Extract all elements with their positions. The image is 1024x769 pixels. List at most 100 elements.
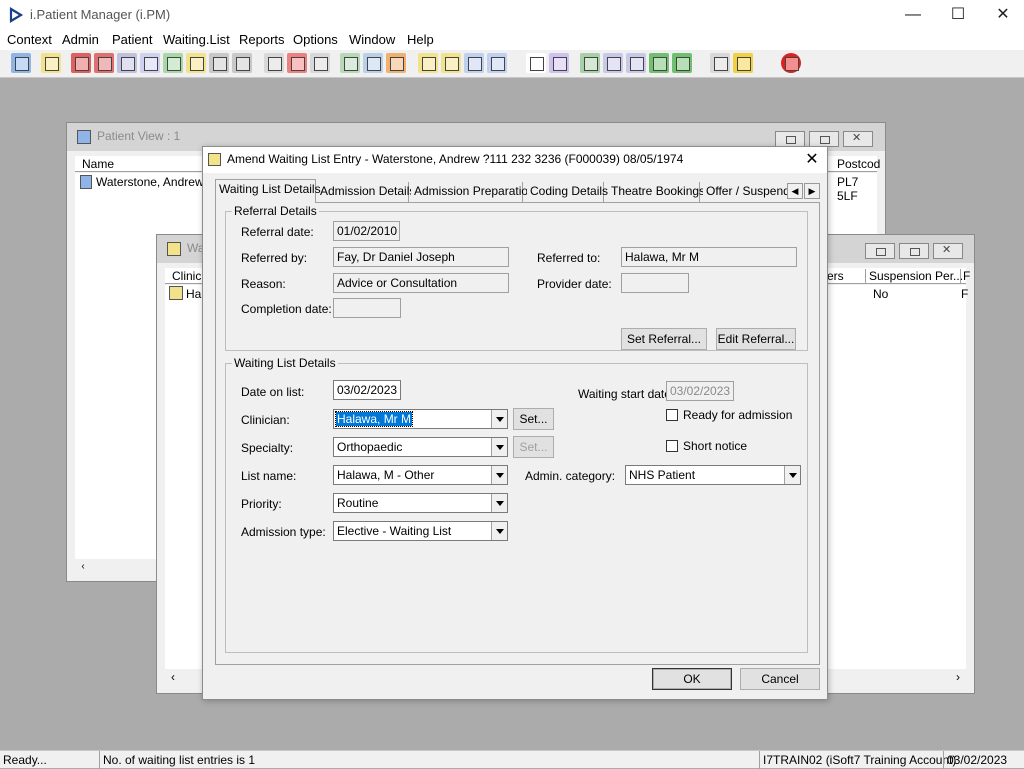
waiting-list-restore-icon[interactable] — [899, 243, 929, 259]
waiting-search-icon[interactable] — [441, 53, 461, 73]
tab-scroll-right-icon[interactable]: ▶ — [804, 183, 820, 199]
chevron-down-icon[interactable] — [491, 466, 507, 484]
document-icon[interactable] — [526, 53, 546, 73]
dialog-close-icon[interactable]: ✕ — [797, 147, 827, 173]
maximize-icon[interactable]: ☐ — [935, 0, 981, 30]
col-f[interactable]: F — [960, 269, 970, 283]
waiting-list-minimize-icon[interactable] — [865, 243, 895, 259]
edit-book-icon[interactable] — [94, 53, 114, 73]
menu-options[interactable]: Options — [293, 32, 338, 47]
specialty-select[interactable]: Orthopaedic — [333, 437, 508, 457]
col-postcode[interactable]: Postcod — [837, 157, 880, 171]
tab-coding-details[interactable]: Coding Details — [527, 182, 608, 202]
referral-icon[interactable] — [363, 53, 383, 73]
waiting-list-close-icon[interactable] — [933, 243, 963, 259]
menu-reports[interactable]: Reports — [239, 32, 285, 47]
tab-scroll-left-icon[interactable]: ◀ — [787, 183, 803, 199]
chevron-down-icon[interactable] — [491, 494, 507, 512]
menu-patient[interactable]: Patient — [112, 32, 152, 47]
chevron-down-icon[interactable] — [491, 522, 507, 540]
waiting-f-cell: F — [961, 287, 969, 301]
print-icon[interactable] — [41, 53, 61, 73]
waiting-scroll-right-icon[interactable]: › — [950, 669, 966, 685]
cancel-button[interactable]: Cancel — [740, 668, 820, 690]
patient-view-restore-icon[interactable] — [809, 131, 839, 147]
dialog-note-icon — [208, 153, 221, 166]
referred-by-label: Referred by: — [241, 251, 308, 265]
patient-view-close-icon[interactable] — [843, 131, 873, 147]
set-clinician-button[interactable]: Set... — [513, 408, 554, 430]
chevron-down-icon[interactable] — [491, 410, 507, 428]
report-chart-icon[interactable] — [549, 53, 569, 73]
menu-admin[interactable]: Admin — [62, 32, 99, 47]
menu-context[interactable]: Context — [7, 32, 52, 47]
ready-for-admission-checkbox[interactable] — [666, 409, 678, 421]
referral-details-group: Referral Details Referral date: 01/02/20… — [225, 204, 808, 351]
globe-icon[interactable] — [580, 53, 600, 73]
set-specialty-button[interactable]: Set... — [513, 436, 554, 458]
discharge-icon[interactable] — [487, 53, 507, 73]
set-referral-button[interactable]: Set Referral... — [621, 328, 707, 350]
col-suspenders[interactable]: ers — [827, 269, 844, 283]
swap-icon[interactable] — [710, 53, 730, 73]
doctor-icon[interactable] — [163, 53, 183, 73]
message-icon[interactable] — [603, 53, 623, 73]
chart-icon[interactable] — [340, 53, 360, 73]
menu-window[interactable]: Window — [349, 32, 395, 47]
chevron-down-icon[interactable] — [491, 438, 507, 456]
m-icon[interactable] — [140, 53, 160, 73]
list-name-select[interactable]: Halawa, M - Other — [333, 465, 508, 485]
clinician-label: Clinician: — [241, 413, 290, 427]
book-icon[interactable] — [71, 53, 91, 73]
patient-icon[interactable] — [11, 53, 31, 73]
chevron-down-icon[interactable] — [784, 466, 800, 484]
close-icon[interactable]: ✕ — [980, 0, 1024, 30]
admission-type-select[interactable]: Elective - Waiting List — [333, 521, 508, 541]
admin-category-select[interactable]: NHS Patient — [625, 465, 801, 485]
waiting-scroll-left-icon[interactable]: ‹ — [165, 669, 181, 685]
priority-value: Routine — [337, 496, 379, 510]
tab-admission-preparation[interactable]: Admission Preparation — [411, 182, 535, 202]
col-name[interactable]: Name — [82, 157, 114, 171]
list-name-value: Halawa, M - Other — [337, 468, 435, 482]
transfer-icon[interactable] — [232, 53, 252, 73]
menu-waiting-list[interactable]: Waiting.List — [163, 32, 230, 47]
tab-offer-suspend[interactable]: Offer / Suspend — [703, 182, 790, 202]
waiting-start-date-field: 03/02/2023 — [666, 381, 734, 401]
patient-view-minimize-icon[interactable] — [775, 131, 805, 147]
referred-to-field: Halawa, Mr M — [621, 247, 797, 267]
upload-icon[interactable] — [672, 53, 692, 73]
tab-waiting-list-details[interactable]: Waiting List Details — [215, 179, 321, 203]
admit-icon[interactable] — [464, 53, 484, 73]
waiting-list-details-label: Waiting List Details — [232, 356, 338, 370]
list-icon[interactable] — [310, 53, 330, 73]
date-on-list-label: Date on list: — [241, 385, 305, 399]
date-on-list-field[interactable]: 03/02/2023 — [333, 380, 401, 400]
menu-help[interactable]: Help — [407, 32, 434, 47]
waiting-list-icon[interactable] — [418, 53, 438, 73]
clock-icon[interactable] — [287, 53, 307, 73]
patient-scroll-left-icon[interactable]: ‹ — [75, 559, 91, 575]
col-suspension-period[interactable]: Suspension Per... — [865, 269, 963, 283]
short-notice-label: Short notice — [683, 439, 748, 453]
download-icon[interactable] — [649, 53, 669, 73]
bed-icon[interactable] — [209, 53, 229, 73]
tab-admission-details[interactable]: Admission Details — [317, 182, 415, 202]
register-icon[interactable] — [117, 53, 137, 73]
check-icon[interactable] — [626, 53, 646, 73]
exit-icon[interactable] — [781, 53, 801, 73]
priority-select[interactable]: Routine — [333, 493, 508, 513]
warning-icon[interactable] — [733, 53, 753, 73]
dialog-title-bar: Amend Waiting List Entry - Waterstone, A… — [203, 147, 827, 173]
short-notice-checkbox[interactable] — [666, 440, 678, 452]
clinician-select[interactable]: Halawa, Mr M — [333, 409, 508, 429]
amend-waiting-list-dialog: Amend Waiting List Entry - Waterstone, A… — [202, 146, 828, 700]
edit-referral-button[interactable]: Edit Referral... — [716, 328, 796, 350]
minimize-icon[interactable]: — — [890, 0, 936, 30]
note-icon[interactable] — [186, 53, 206, 73]
app-logo-icon — [9, 7, 24, 23]
outcome-icon[interactable] — [386, 53, 406, 73]
ok-button[interactable]: OK — [652, 668, 732, 690]
tab-theatre-bookings[interactable]: Theatre Bookings — [608, 182, 705, 202]
search-icon[interactable] — [264, 53, 284, 73]
